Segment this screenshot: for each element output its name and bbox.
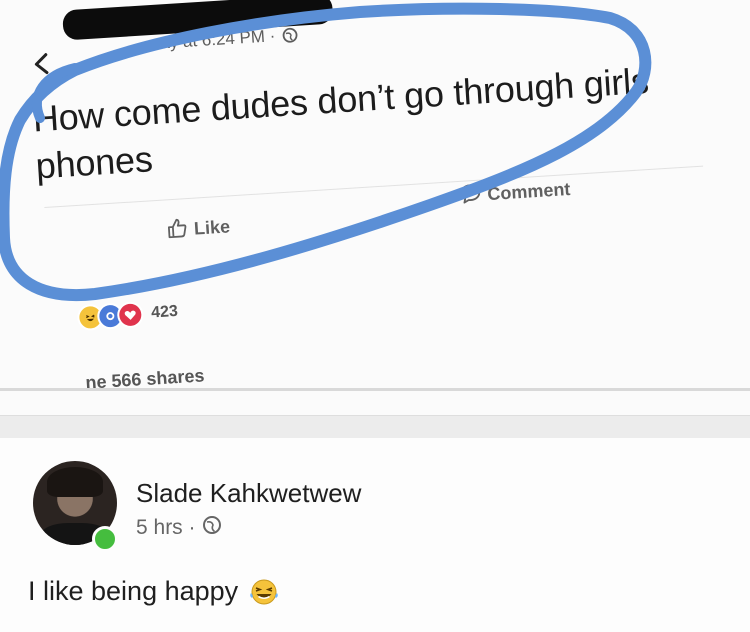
screenshot: ay at 6:24 PM · How come dudes don’t go … [0,0,750,632]
like-label: Like [193,216,231,239]
laughing-emoji-icon [248,577,280,607]
comment-button[interactable]: Comment [459,176,571,210]
reply-timestamp: 5 hrs · [136,515,222,541]
comment-label: Comment [486,178,571,205]
reaction-summary[interactable]: 423 [76,299,179,332]
avatar-hair [47,467,103,497]
reply-text-row: I like being happy [28,576,280,607]
reply-post: Slade Kahkwetwew 5 hrs · I like being ha… [0,438,750,632]
reply-time-text: 5 hrs · [136,516,196,539]
back-chevron-icon[interactable] [31,52,54,75]
post-text: How come dudes don’t go through girls ph… [31,59,650,187]
thumbs-up-icon [165,216,189,244]
speech-bubble-icon [459,182,483,210]
author-name[interactable]: Slade Kahkwetwew [136,478,361,509]
reply-text: I like being happy [28,576,239,606]
online-status-icon [92,526,118,552]
globe-icon [282,27,299,49]
love-reaction-icon [116,301,145,329]
reaction-count: 423 [150,302,179,322]
original-post: ay at 6:24 PM · How come dudes don’t go … [0,0,750,409]
globe-icon [202,515,222,541]
like-button[interactable]: Like [165,213,231,244]
separator [0,388,750,391]
feed-gap [0,415,750,439]
